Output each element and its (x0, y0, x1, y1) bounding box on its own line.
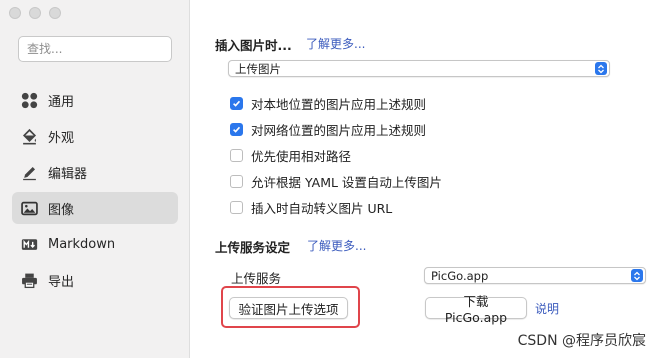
close-button[interactable] (9, 7, 21, 19)
insert-action-value: 上传图片 (235, 61, 281, 76)
checkbox-checked[interactable] (230, 123, 243, 136)
option-label: 对本地位置的图片应用上述规则 (251, 97, 427, 112)
upload-service-value: PicGo.app (431, 268, 489, 283)
printer-icon (20, 271, 38, 289)
download-picgo-button[interactable]: 下载 PicGo.app (425, 294, 527, 325)
sidebar-item-label: Markdown (48, 236, 116, 252)
sidebar-item-general[interactable]: 通用 (12, 84, 178, 116)
insert-image-title: 插入图片时... (215, 38, 292, 53)
option-relative-path[interactable]: 优先使用相对路径 (230, 146, 351, 165)
upload-service-learn-more-link[interactable]: 了解更多... (307, 237, 366, 254)
minimize-button[interactable] (29, 7, 41, 19)
insert-image-learn-more-link[interactable]: 了解更多... (306, 35, 365, 52)
verify-upload-button[interactable]: 验证图片上传选项 (229, 297, 348, 319)
zoom-button[interactable] (49, 7, 61, 19)
option-yaml-auto-upload[interactable]: 允许根据 YAML 设置自动上传图片 (230, 172, 442, 191)
sidebar-item-image[interactable]: 图像 (12, 192, 178, 224)
preferences-window: 通用 外观 编辑器 图像 (0, 0, 658, 358)
checkbox-unchecked[interactable] (230, 175, 243, 188)
insert-action-select[interactable]: 上传图片 (228, 60, 610, 77)
upload-service-title: 上传服务设定 (215, 240, 291, 255)
sidebar-item-label: 外观 (48, 130, 75, 146)
grid-icon (20, 91, 38, 109)
sidebar-item-editor[interactable]: 编辑器 (12, 156, 178, 188)
option-local-images[interactable]: 对本地位置的图片应用上述规则 (230, 94, 426, 113)
sidebar-item-label: 编辑器 (48, 166, 88, 182)
sidebar-item-label: 图像 (48, 202, 75, 218)
option-label: 插入时自动转义图片 URL (251, 201, 393, 216)
upload-service-label: 上传服务 (231, 271, 282, 286)
markdown-icon (20, 235, 38, 253)
pencil-icon (20, 163, 38, 181)
image-preferences-panel: 插入图片时... 了解更多... 上传图片 对本地位置的图片应用上述规则 对网络… (190, 0, 658, 358)
select-stepper-icon (631, 269, 643, 282)
option-network-images[interactable]: 对网络位置的图片应用上述规则 (230, 120, 426, 139)
option-label: 允许根据 YAML 设置自动上传图片 (251, 175, 442, 190)
help-link[interactable]: 说明 (535, 300, 559, 317)
option-label: 对网络位置的图片应用上述规则 (251, 123, 427, 138)
sidebar-nav: 通用 外观 编辑器 图像 Markdown 导出 (12, 84, 178, 300)
sidebar-item-label: 导出 (48, 274, 75, 290)
window-controls (9, 7, 61, 19)
sidebar-item-markdown[interactable]: Markdown (12, 228, 178, 260)
image-icon (20, 199, 38, 217)
select-stepper-icon (595, 62, 607, 75)
sidebar-item-appearance[interactable]: 外观 (12, 120, 178, 152)
paint-bucket-icon (20, 127, 38, 145)
sidebar-item-label: 通用 (48, 94, 75, 110)
checkbox-checked[interactable] (230, 97, 243, 110)
checkbox-unchecked[interactable] (230, 149, 243, 162)
upload-service-select[interactable]: PicGo.app (424, 267, 646, 284)
watermark: CSDN @程序员欣宸 (517, 333, 646, 349)
search-input[interactable] (18, 36, 172, 62)
sidebar-item-export[interactable]: 导出 (12, 264, 178, 296)
option-label: 优先使用相对路径 (251, 149, 352, 164)
sidebar: 通用 外观 编辑器 图像 (0, 0, 190, 358)
option-escape-url[interactable]: 插入时自动转义图片 URL (230, 198, 392, 217)
checkbox-unchecked[interactable] (230, 201, 243, 214)
